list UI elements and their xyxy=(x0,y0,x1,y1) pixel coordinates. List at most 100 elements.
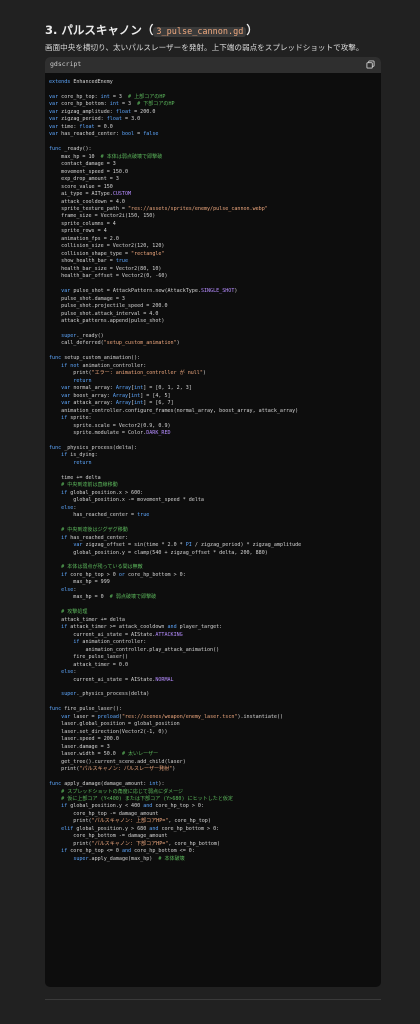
code-line: # スプレッドショットの角度に応じて弱点にダメージ xyxy=(61,788,184,795)
code-line: laser.speed = 200.0 xyxy=(49,736,119,743)
code-line: current_ai_state = AIState.NORMAL xyxy=(49,676,174,683)
code-line: # 中央到達後はジグザグ移動 xyxy=(61,527,128,534)
code-line: if is_dying: xyxy=(61,452,98,459)
code-line: if attack_timer >= attack_cooldown and p… xyxy=(61,624,223,631)
code-line: else: xyxy=(61,504,77,511)
code-line: laser.damage = 3 xyxy=(49,743,110,750)
code-line: health_bar_offset = Vector2(0, -60) xyxy=(49,273,168,280)
code-line: attack_timer += delta xyxy=(49,616,125,623)
code-line: var zigzag_offset = sin(time * 2.0 * PI … xyxy=(73,542,302,549)
code-line: max_hp = 999 xyxy=(49,579,110,586)
code-line: global_position.y = clamp(540 + zigzag_o… xyxy=(49,549,268,556)
code-line: attack_patterns.append(pulse_shot) xyxy=(49,318,165,324)
code-line: var laser = preload("res://scenes/weapon… xyxy=(61,713,284,720)
code-line: sprite_columns = 4 xyxy=(49,220,116,227)
code-line: else: xyxy=(61,669,77,676)
code-line: health_bar_size = Vector2(80, 10) xyxy=(49,265,162,272)
code-line: if global_position.x > 600: xyxy=(61,489,144,496)
code-line: sprite_rows = 4 xyxy=(49,228,107,235)
code-line: attack_cooldown = 4.0 xyxy=(49,198,125,205)
code-line: call_deferred("setup_custom_animation") xyxy=(49,340,180,347)
code-line: print("パルスキャノン: 下部コアHP=", core_hp_bottom… xyxy=(49,840,220,847)
section-description: 画面中央を横切り、太いパルスレーザーを発射。上下端の弱点をスプレッドショットで攻… xyxy=(45,43,364,52)
code-line: var zigzag_amplitude: float = 200.0 xyxy=(49,108,156,115)
code-content: extends EnhancedEnemy var core_hp_top: i… xyxy=(45,73,381,863)
code-block: gdscript extends EnhancedEnemy var core_… xyxy=(45,57,381,987)
code-line: sprite_texture_path = "res://assets/spri… xyxy=(49,205,268,212)
code-line: pulse_shot.damage = 3 xyxy=(49,295,125,302)
code-line: if sprite: xyxy=(61,415,92,422)
code-line: var attack_array: Array[int] = [6, 7] xyxy=(61,400,174,407)
section-heading: 3. パルスキャノン（ 3_pulse_cannon.gd） xyxy=(45,22,258,38)
code-line: has_reached_center = true xyxy=(49,512,150,519)
code-line: super._physics_process(delta) xyxy=(61,691,150,698)
code-line: else: xyxy=(61,586,77,593)
file-name-code: 3_pulse_cannon.gd xyxy=(153,27,247,37)
code-line: if animation_controller: xyxy=(73,639,147,646)
code-line: if core_hp_top <= 0 and core_hp_bottom <… xyxy=(61,848,195,855)
code-line: # 本体は弱点が残っている間は無敵 xyxy=(61,564,143,571)
code-line: if has_reached_center: xyxy=(61,534,129,541)
code-line: var normal_array: Array[int] = [0, 1, 2,… xyxy=(61,385,192,392)
code-line: super._ready() xyxy=(61,332,104,339)
code-line: laser.global_position = global_position xyxy=(49,721,180,728)
code-line: var zigzag_period: float = 3.0 xyxy=(49,116,141,123)
code-line: # 中央到達前は直線移動 xyxy=(61,482,118,489)
code-line: extends EnhancedEnemy xyxy=(49,79,113,85)
code-line: animation_controller.configure_frames(no… xyxy=(49,407,299,414)
section-title: 3. パルスキャノン（ xyxy=(45,23,154,37)
code-line: attack_timer = 0.0 xyxy=(49,661,129,668)
code-line: exp_drop_amount = 3 xyxy=(49,176,119,183)
code-line: sprite.modulate = Color.DARK_RED xyxy=(49,430,171,437)
code-line: score_value = 150 xyxy=(49,183,113,190)
code-line: pulse_shot.attack_interval = 4.0 xyxy=(49,310,159,317)
code-line: print("パルスキャノン: パルスレーザー発射") xyxy=(49,766,176,773)
code-line: func fire_pulse_laser(): xyxy=(49,706,122,713)
code-line: var boost_array: Array[int] = [4, 5] xyxy=(61,392,171,399)
code-line: laser.set_direction(Vector2(-1, 0)) xyxy=(49,728,168,735)
code-line: return xyxy=(73,459,92,466)
code-line: collision_shape_type = "rectangle" xyxy=(49,250,165,257)
code-block-header: gdscript xyxy=(45,57,381,73)
code-line: var time: float = 0.0 xyxy=(49,123,113,130)
code-line: fire_pulse_laser() xyxy=(49,654,129,661)
code-line: pulse_shot.projectile_speed = 200.0 xyxy=(49,303,168,310)
code-line: super.apply_damage(max_hp) # 本体破壊 xyxy=(73,855,185,862)
code-line: print("パルスキャノン: 上部コアHP=", core_hp_top) xyxy=(49,818,211,825)
code-line: if global_position.y < 400 and core_hp_t… xyxy=(61,803,204,810)
code-line: func apply_damage(damage_amount: int): xyxy=(49,781,165,788)
code-line: if not animation_controller: xyxy=(61,362,147,369)
code-line: var core_hp_bottom: int = 3 # 下部コアのHP xyxy=(49,101,175,108)
copy-icon[interactable] xyxy=(366,60,375,69)
code-line: if core_hp_top > 0 or core_hp_bottom > 0… xyxy=(61,571,186,578)
code-line: global_position.x -= movement_speed * de… xyxy=(49,497,204,504)
code-line: contact_damage = 3 xyxy=(49,161,116,168)
code-line: max_hp = 0 # 弱点破壊で即撃破 xyxy=(49,594,157,601)
code-line: core_hp_top -= damage_amount xyxy=(49,810,159,817)
code-line: collision_size = Vector2(120, 120) xyxy=(49,243,165,250)
code-line: elif global_position.y > 680 and core_hp… xyxy=(61,825,220,832)
code-line: core_hp_bottom -= damage_amount xyxy=(49,833,168,840)
code-line: max_hp = 10 # 本体は弱点破壊で即撃破 xyxy=(49,153,163,160)
code-line: var pulse_shot = AttackPattern.new(Attac… xyxy=(61,288,238,295)
divider xyxy=(45,999,381,1000)
code-line: animation_controller.play_attack_animati… xyxy=(49,646,220,653)
code-line: laser.width = 50.0 # 太いレーザー xyxy=(49,751,159,758)
code-line: sprite.scale = Vector2(0.9, 0.9) xyxy=(49,422,171,429)
section-title-close: ） xyxy=(246,23,258,37)
code-line: get_tree().current_scene.add_child(laser… xyxy=(49,758,186,765)
code-line: func _ready(): xyxy=(49,146,92,153)
code-line: var core_hp_top: int = 3 # 上部コアのHP xyxy=(49,93,166,100)
code-line: animation_fps = 2.0 xyxy=(49,235,119,242)
code-line: frame_size = Vector2i(150, 150) xyxy=(49,213,156,220)
code-line: # 攻撃処理 xyxy=(61,609,88,616)
code-line: var has_reached_center: bool = false xyxy=(49,131,159,138)
code-line: func _physics_process(delta): xyxy=(49,444,138,451)
code-line: ai_type = AIType.CUSTOM xyxy=(49,191,132,198)
code-line: # 仮に上部コア (Y<400) または下部コア (Y>680) にヒットしたと… xyxy=(61,796,233,802)
code-line: func setup_custom_animation(): xyxy=(49,355,141,362)
code-line: print("エラー: animation_controller が null"… xyxy=(49,370,206,377)
code-line: time += delta xyxy=(49,474,101,481)
code-language-label: gdscript xyxy=(50,60,82,68)
code-line: return xyxy=(73,377,92,384)
